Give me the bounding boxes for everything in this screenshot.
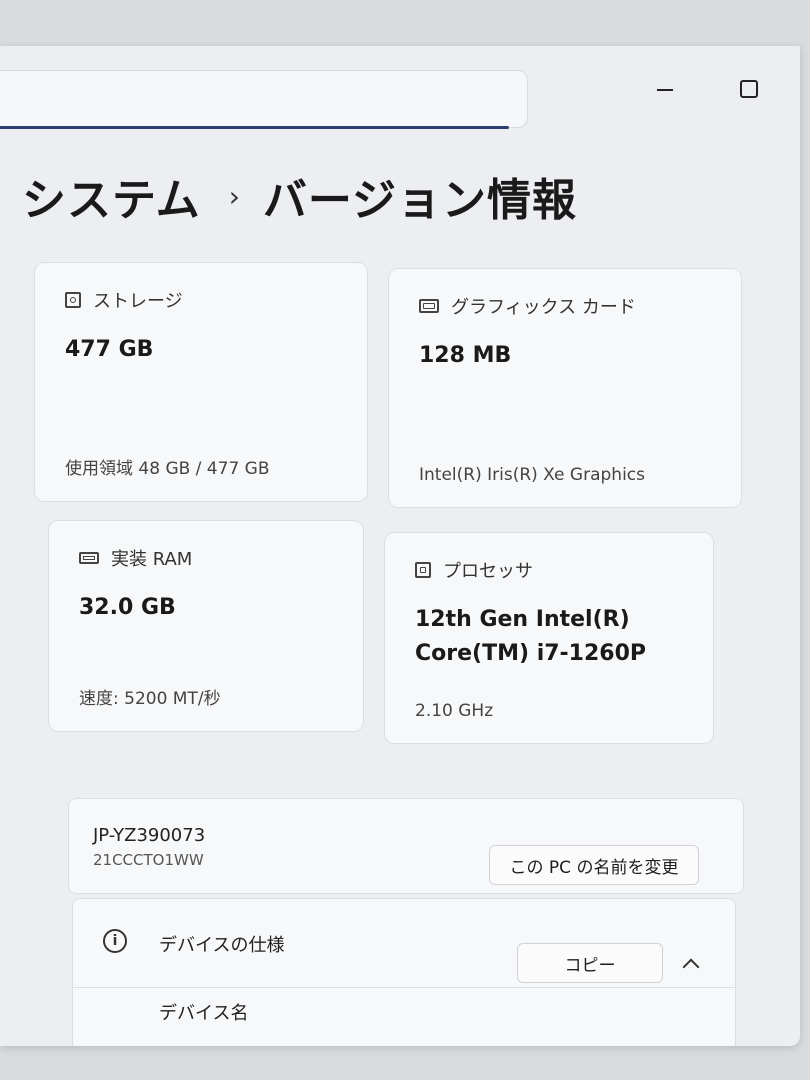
minimize-icon: [657, 89, 673, 91]
processor-value-line2: Core(TM) i7-1260P: [415, 641, 647, 666]
chevron-up-icon[interactable]: [682, 958, 700, 976]
minimize-button[interactable]: [654, 80, 676, 100]
chevron-right-icon: ›: [228, 179, 241, 213]
ram-label: 実装 RAM: [111, 549, 193, 570]
graphics-value: 128 MB: [419, 343, 512, 368]
processor-label: プロセッサ: [443, 561, 533, 582]
maximize-button[interactable]: [740, 80, 758, 98]
graphics-card-icon: [419, 299, 439, 313]
rename-pc-button[interactable]: この PC の名前を変更: [489, 845, 699, 885]
device-name: JP-YZ390073: [93, 825, 206, 846]
device-name-card: JP-YZ390073 21CCCTO1WW この PC の名前を変更: [68, 798, 744, 894]
processor-value-line1: 12th Gen Intel(R): [415, 607, 630, 632]
copy-button[interactable]: コピー: [517, 943, 663, 983]
device-name-row-label: デバイス名: [159, 1003, 249, 1024]
breadcrumb: システム › バージョン情報: [22, 164, 577, 228]
info-icon: i: [103, 929, 127, 953]
storage-card: ストレージ 477 GB 使用領域 48 GB / 477 GB: [34, 262, 368, 502]
storage-detail: 使用領域 48 GB / 477 GB: [65, 459, 270, 479]
storage-label: ストレージ: [93, 291, 183, 312]
settings-window: システム › バージョン情報 ストレージ 477 GB 使用領域 48 GB /…: [0, 46, 800, 1046]
memory-icon: [79, 552, 99, 564]
ram-value: 32.0 GB: [79, 595, 176, 620]
storage-value: 477 GB: [65, 337, 154, 362]
device-specs-section[interactable]: i デバイスの仕様 コピー デバイス名: [72, 898, 736, 1046]
ram-detail: 速度: 5200 MT/秒: [79, 689, 221, 709]
storage-icon: [65, 292, 81, 308]
page-title: バージョン情報: [262, 175, 578, 226]
processor-value: 12th Gen Intel(R) Core(TM) i7-1260P: [415, 603, 646, 671]
graphics-label: グラフィックス カード: [451, 297, 636, 318]
ram-card: 実装 RAM 32.0 GB 速度: 5200 MT/秒: [48, 520, 364, 732]
processor-card: プロセッサ 12th Gen Intel(R) Core(TM) i7-1260…: [384, 532, 714, 744]
breadcrumb-parent[interactable]: システム: [22, 164, 201, 228]
processor-detail: 2.10 GHz: [415, 701, 494, 721]
device-model: 21CCCTO1WW: [93, 851, 204, 869]
divider: [73, 987, 735, 988]
search-box[interactable]: [0, 70, 528, 129]
graphics-card: グラフィックス カード 128 MB Intel(R) Iris(R) Xe G…: [388, 268, 742, 508]
graphics-detail: Intel(R) Iris(R) Xe Graphics: [419, 465, 645, 485]
processor-icon: [415, 562, 431, 578]
device-specs-title: デバイスの仕様: [159, 935, 285, 956]
